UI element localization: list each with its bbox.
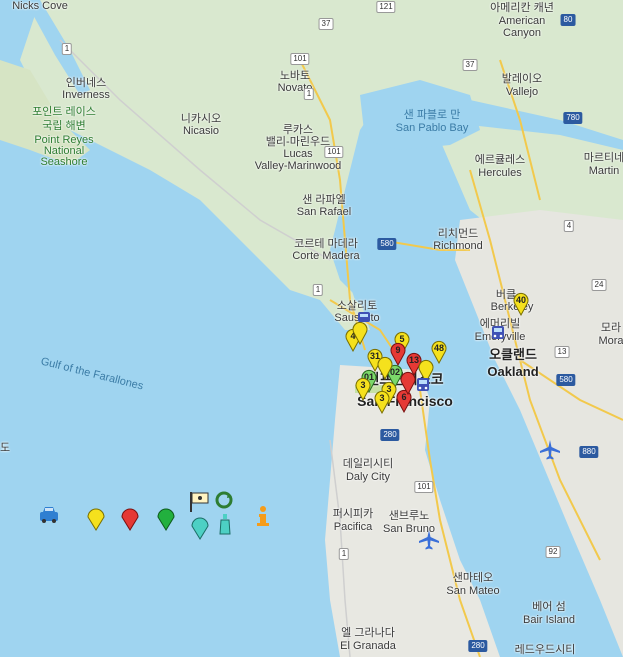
info-icon[interactable] [251, 504, 275, 532]
map-marker[interactable]: 3 [355, 377, 371, 402]
label-lucas-ko2: 밸리-마린우드 [265, 136, 331, 148]
shield-interstate-580: 580 [556, 374, 576, 386]
taxi-icon[interactable] [37, 503, 61, 531]
label-nicasio: Nicasio [182, 125, 220, 137]
marker-label: 48 [433, 343, 444, 353]
map[interactable]: Nicks Cove 인버네스 Inverness 포인트 레이스 국립 해변 … [0, 0, 623, 657]
label-lucas-1: Lucas [283, 148, 313, 160]
label-richmond-ko: 리치먼드 [437, 228, 479, 240]
train-icon[interactable] [414, 376, 432, 394]
label-martinez: Martin [588, 165, 620, 177]
label-san-pablo-bay-ko: 샌 파블로 만 [403, 109, 461, 121]
label-corte-madera-ko: 코르테 마데라 [294, 238, 358, 250]
marker-label: 9 [395, 345, 401, 355]
map-marker[interactable]: 3 [374, 390, 390, 415]
label-left-edge: 도 [0, 442, 11, 454]
shield-interstate-80: 80 [560, 14, 576, 26]
label-pacifica: Pacifica [333, 521, 373, 533]
label-el-granada-ko: 엘 그라나다 [341, 627, 395, 639]
label-bair-island: Bair Island [523, 614, 575, 626]
label-san-mateo: San Mateo [446, 585, 500, 597]
shield-route-37: 37 [462, 59, 478, 71]
label-moraga-ko: 모라 [600, 322, 622, 334]
green-pin-icon[interactable] [154, 503, 178, 531]
label-san-mateo-ko: 샌마테오 [452, 572, 494, 584]
train-icon[interactable] [489, 324, 507, 342]
shield-route-13: 13 [554, 346, 570, 358]
label-hercules-ko: 에르큘레스 [474, 154, 526, 166]
label-daly-city: Daly City [345, 471, 391, 483]
airport-icon[interactable] [417, 528, 441, 552]
label-lucas-2: Valley-Marinwood [254, 160, 342, 172]
shield-interstate-280: 280 [380, 429, 400, 441]
label-hercules: Hercules [478, 167, 522, 179]
map-marker[interactable]: 40 [513, 292, 529, 317]
label-point-reyes-ko1: 포인트 레이스 [32, 106, 96, 118]
label-san-rafael-ko: 샌 라파엘 [302, 194, 346, 206]
label-bair-island-ko: 베어 섬 [532, 601, 566, 613]
label-san-rafael: San Rafael [296, 206, 352, 218]
marker-label: 3 [379, 393, 385, 403]
label-san-pablo-bay: San Pablo Bay [395, 122, 469, 134]
shield-interstate-580: 580 [377, 238, 397, 250]
label-novato-ko: 노바토 [279, 70, 311, 82]
label-richmond: Richmond [433, 240, 483, 252]
label-el-granada: El Granada [340, 640, 396, 652]
label-american-canyon-1: American [498, 15, 546, 27]
label-american-canyon-2: Canyon [503, 27, 541, 39]
label-moraga: Mora [598, 335, 623, 347]
label-redwood-ko: 레드우드시티 [514, 644, 576, 656]
shield-interstate-280: 280 [468, 640, 488, 652]
label-vallejo: Vallejo [505, 86, 539, 98]
label-daly-city-ko: 데일리시티 [342, 458, 394, 470]
label-lucas-ko1: 루카스 [282, 124, 314, 136]
airport-icon[interactable] [538, 438, 562, 462]
yellow-pin-icon[interactable] [84, 503, 108, 531]
label-point-reyes-3: Seashore [40, 156, 88, 168]
red-pin-icon[interactable] [118, 503, 142, 531]
label-pacifica-ko: 퍼시피카 [332, 508, 374, 520]
label-inverness: Inverness [62, 89, 110, 101]
label-nicasio-ko: 니카시오 [180, 113, 222, 125]
shield-route-101: 101 [324, 146, 344, 158]
shield-route-101: 101 [414, 481, 434, 493]
marker-label: 40 [515, 295, 526, 305]
shield-interstate-780: 780 [563, 112, 583, 124]
label-corte-madera: Corte Madera [292, 250, 360, 262]
label-oakland: Oakland [487, 364, 539, 379]
shield-route-121: 121 [376, 1, 396, 13]
shield-route-1: 1 [303, 88, 315, 100]
shield-route-92: 92 [545, 546, 561, 558]
marker-label: 3 [360, 380, 366, 390]
label-san-bruno-ko: 샌브루노 [388, 510, 430, 522]
label-oakland-ko: 오클랜드 [489, 347, 537, 362]
bottle-icon[interactable] [215, 512, 239, 540]
teal-pin-icon[interactable] [188, 512, 212, 540]
shield-route-24: 24 [591, 279, 607, 291]
shield-route-37: 37 [318, 18, 334, 30]
label-nicks-cove: Nicks Cove [12, 0, 68, 12]
label-american-canyon-ko: 아메리칸 캐년 [490, 2, 554, 14]
shield-route-4: 4 [563, 220, 575, 232]
bus-icon[interactable] [355, 308, 373, 326]
shield-route-101: 101 [290, 53, 310, 65]
shield-route-1: 1 [61, 43, 73, 55]
label-point-reyes-ko2: 국립 해변 [42, 120, 86, 132]
label-inverness-ko: 인버네스 [65, 77, 107, 89]
map-marker[interactable] [377, 356, 393, 381]
label-vallejo-ko: 발레이오 [501, 73, 543, 85]
shield-interstate-880: 880 [579, 446, 599, 458]
shield-route-1: 1 [338, 548, 350, 560]
shield-route-1: 1 [312, 284, 324, 296]
label-martinez-ko: 마르티네 [583, 152, 623, 164]
